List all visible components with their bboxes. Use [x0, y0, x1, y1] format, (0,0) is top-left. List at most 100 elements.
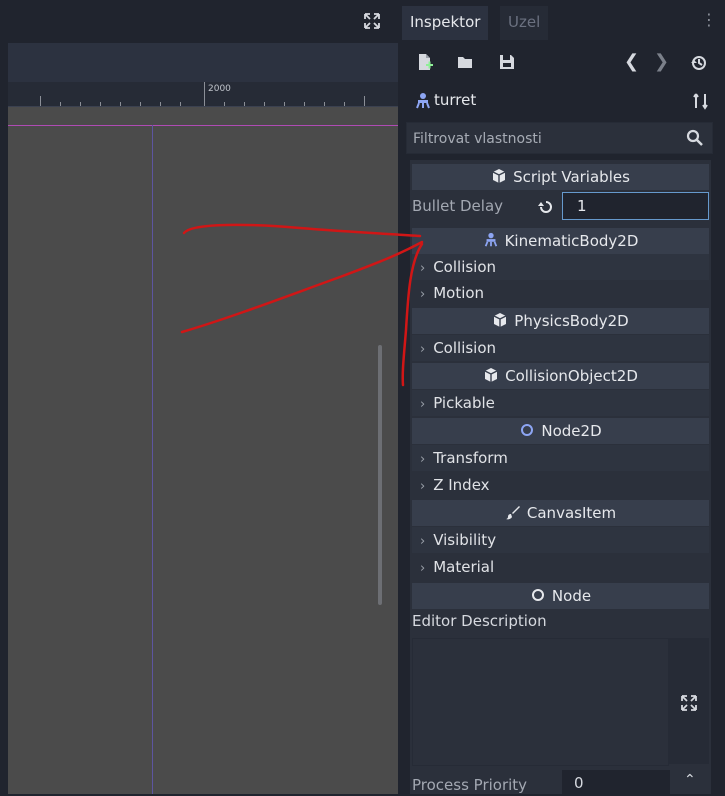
ruler-tick [244, 102, 245, 106]
ruler-label: 2000 [208, 84, 231, 94]
section-collision-object-2d: CollisionObject2D [412, 363, 709, 389]
section-label: KinematicBody2D [504, 232, 639, 250]
process-priority-label: Process Priority [412, 776, 528, 794]
group-collision[interactable]: › Collision [412, 335, 709, 361]
group-transform[interactable]: › Transform [412, 445, 709, 471]
group-label: Visibility [433, 531, 497, 549]
ruler-tick [180, 102, 181, 106]
ruler-tick [40, 96, 41, 106]
ruler-tick [224, 102, 225, 106]
section-physics-body-2d: PhysicsBody2D [412, 308, 709, 334]
chevron-right-icon: › [420, 342, 426, 357]
ruler-tick [160, 102, 161, 106]
search-icon [686, 129, 703, 146]
chevron-right-icon: › [420, 479, 426, 494]
section-label: CanvasItem [526, 504, 617, 522]
editor-description-label: Editor Description [412, 612, 547, 630]
horizontal-ruler: 2000 [8, 82, 398, 107]
group-label: Pickable [433, 394, 495, 412]
section-label: CollisionObject2D [505, 367, 638, 385]
group-motion[interactable]: › Motion [412, 280, 709, 306]
process-priority-field[interactable]: 0 [562, 770, 670, 796]
cube-icon [493, 313, 507, 327]
object-tools-icon[interactable] [692, 92, 710, 110]
chevron-right-icon: › [420, 397, 426, 412]
inspector-dock: Inspektor Uzel ⋮ ❮ ❯ turret Filtrovat vl… [402, 0, 725, 796]
section-canvas-item: CanvasItem [412, 500, 709, 526]
tab-node[interactable]: Uzel [500, 6, 549, 40]
property-label: Bullet Delay [412, 197, 504, 215]
edited-object-row[interactable]: turret [402, 87, 725, 115]
section-node: Node [412, 583, 709, 609]
bullet-delay-value-field[interactable] [562, 192, 709, 220]
chevron-right-icon: › [420, 261, 426, 276]
property-list: Script Variables Bullet Delay KinematicB… [410, 160, 711, 796]
group-pickable[interactable]: › Pickable [412, 390, 709, 416]
ruler-tick [140, 102, 141, 106]
chevron-right-icon: › [420, 452, 426, 467]
expand-icon[interactable] [680, 694, 698, 712]
revert-icon[interactable] [538, 199, 554, 215]
history-forward-icon[interactable]: ❯ [654, 51, 669, 72]
section-label: Script Variables [513, 168, 630, 186]
kinematic-body-icon [484, 232, 497, 247]
group-visibility[interactable]: › Visibility [412, 527, 709, 553]
history-back-icon[interactable]: ❮ [624, 51, 639, 72]
property-bullet-delay: Bullet Delay [412, 192, 709, 222]
editor-description-textarea[interactable] [412, 638, 669, 766]
cube-icon [484, 368, 498, 382]
2d-canvas[interactable] [8, 107, 398, 794]
group-label: Transform [433, 449, 508, 467]
dock-tabs: Inspektor Uzel ⋮ [402, 0, 725, 40]
ruler-tick [304, 102, 305, 106]
chevron-right-icon: › [420, 287, 426, 302]
kinematic-body-icon [416, 93, 430, 109]
canvas-x-axis-line [8, 125, 398, 126]
property-filter-box [406, 122, 713, 154]
editor-description-side [668, 638, 709, 764]
viewport-top-bar [0, 0, 398, 43]
dock-menu-icon[interactable]: ⋮ [701, 10, 717, 29]
ruler-tick [120, 102, 121, 106]
group-label: Z Index [433, 476, 490, 494]
filter-properties-input[interactable] [411, 127, 675, 151]
section-kinematic-body-2d: KinematicBody2D [412, 228, 709, 254]
chevron-up-icon[interactable]: ⌃ [684, 772, 696, 788]
ruler-tick [364, 96, 365, 106]
ruler-tick [100, 102, 101, 106]
brush-icon [505, 506, 520, 520]
chevron-right-icon: › [420, 534, 426, 549]
ruler-tick [324, 102, 325, 106]
save-icon[interactable] [498, 53, 516, 71]
group-collision[interactable]: › Collision [412, 254, 709, 280]
section-script-variables: Script Variables [412, 164, 709, 190]
edited-object-name: turret [434, 91, 477, 109]
section-node-2d: Node2D [412, 418, 709, 444]
ruler-tick [80, 102, 81, 106]
script-cube-icon [492, 169, 506, 183]
viewport-toolbar [8, 43, 398, 82]
section-label: Node [551, 587, 592, 605]
group-material[interactable]: › Material [412, 554, 709, 580]
new-resource-icon[interactable] [416, 53, 434, 71]
ruler-tick [204, 82, 205, 106]
section-label: PhysicsBody2D [514, 312, 629, 330]
canvas-viewport-boundary-line [152, 125, 153, 794]
ruler-tick [264, 102, 265, 106]
fullscreen-toggle-icon[interactable] [362, 11, 382, 31]
ruler-tick [60, 102, 61, 106]
ruler-tick [284, 102, 285, 106]
group-label: Collision [433, 258, 497, 276]
node2d-circle-icon [521, 424, 534, 436]
object-history-icon[interactable] [690, 54, 708, 72]
group-label: Material [433, 558, 495, 576]
node-circle-icon [531, 589, 544, 601]
inspector-toolbar: ❮ ❯ [402, 45, 725, 79]
vertical-scrollbar[interactable] [378, 345, 382, 605]
ruler-tick [344, 102, 345, 106]
chevron-right-icon: › [420, 561, 426, 576]
tab-inspector[interactable]: Inspektor [402, 6, 489, 40]
group-z-index[interactable]: › Z Index [412, 472, 709, 498]
section-label: Node2D [541, 422, 602, 440]
open-folder-icon[interactable] [456, 53, 474, 71]
